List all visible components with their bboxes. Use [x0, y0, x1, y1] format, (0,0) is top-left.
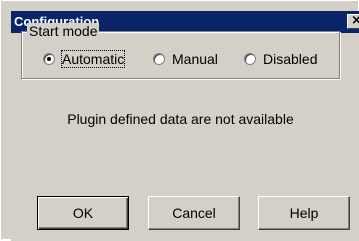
radio-circle: [153, 53, 165, 65]
plugin-data-message: Plugin defined data are not available: [67, 111, 294, 127]
radio-circle: [244, 53, 256, 65]
start-mode-legend: Start mode: [27, 23, 100, 39]
radio-automatic-label: Automatic: [60, 50, 126, 68]
close-icon: ×: [351, 15, 359, 28]
radio-selected-dot: [47, 57, 51, 61]
radio-automatic[interactable]: Automatic: [43, 50, 126, 68]
ok-button[interactable]: OK: [37, 196, 129, 230]
radio-manual-label: Manual: [172, 51, 218, 67]
radio-disabled[interactable]: Disabled: [244, 50, 317, 68]
radio-disabled-label: Disabled: [263, 51, 318, 67]
configuration-dialog: Configuration × Start mode Automatic Man…: [0, 0, 359, 241]
cancel-button[interactable]: Cancel: [148, 196, 240, 230]
radio-manual[interactable]: Manual: [153, 50, 218, 68]
close-button[interactable]: ×: [347, 14, 359, 29]
help-button[interactable]: Help: [258, 196, 350, 230]
radio-circle: [43, 53, 55, 65]
